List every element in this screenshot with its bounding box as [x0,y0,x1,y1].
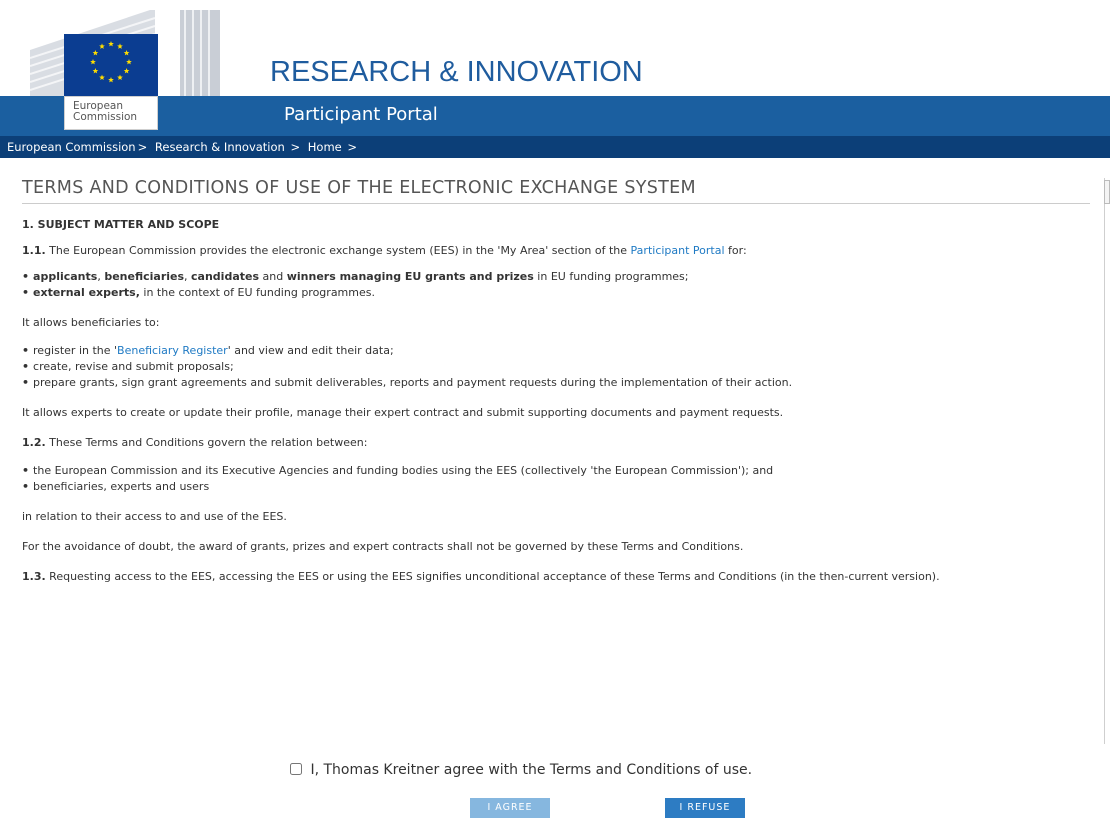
star-icon [117,74,123,81]
logo-line-2: Commission [73,111,138,123]
audience-list: • applicants, beneficiaries, candidates a… [22,269,1090,301]
agreement-row[interactable]: I, Thomas Kreitner agree with the Terms … [290,762,752,778]
clause-text: Requesting access to the EES, accessing … [49,570,940,583]
star-icon [117,43,123,49]
terms-content: TERMS AND CONDITIONS OF USE OF THE ELECT… [22,172,1090,585]
content-scrollbar-track[interactable] [1104,178,1110,744]
list-item: • external experts, in the context of EU … [22,285,1090,301]
breadcrumb-item-commission[interactable]: European Commission [7,140,136,154]
breadcrumb-item-home[interactable]: Home [308,140,342,154]
clause-text-tail: for: [728,244,747,257]
text: register in the ' [33,344,118,357]
agree-label: I, Thomas Kreitner agree with the Terms … [310,762,753,778]
bold-term: beneficiaries [104,270,185,283]
breadcrumb-separator: > [286,140,301,154]
clause-number: 1.1. [22,244,46,257]
parties-list: • the European Commission and its Executi… [22,463,1090,495]
clause-text: These Terms and Conditions govern the re… [49,436,368,449]
star-icon [108,77,114,83]
beneficiary-register-link[interactable]: Beneficiary Register [117,344,228,357]
star-icon [108,41,114,47]
list-item: • applicants, beneficiaries, candidates a… [22,269,1090,285]
star-icon [90,59,96,65]
bold-term: winners managing EU grants and prizes [286,270,534,283]
text: the European Commission and its Executiv… [33,464,774,477]
eu-stars-icon [90,41,132,83]
list-item: • register in the 'Beneficiary Register' … [22,343,1090,359]
text: create, revise and submit proposals; [33,360,234,373]
experts-paragraph: It allows experts to create or update th… [22,406,784,419]
star-icon [92,68,99,74]
star-icon [92,50,99,56]
paragraph-1-2: 1.2. These Terms and Conditions govern t… [22,435,1090,451]
clause-number: 1.2. [22,436,46,449]
text: prepare grants, sign grant agreements an… [33,376,793,389]
bullet: • [22,360,30,373]
breadcrumb-separator: > [137,140,148,154]
clause-number: 1.3. [22,570,46,583]
eu-flag-logo[interactable] [64,34,158,96]
site-header: European Commission RESEARCH & INNOVATIO… [0,0,1110,160]
star-icon [99,74,105,81]
relation-paragraph: in relation to their access to and use o… [22,510,287,523]
content-scrollbar-thumb[interactable] [1104,180,1110,204]
paragraph-1-3: 1.3. Requesting access to the EES, acces… [22,569,1090,585]
portal-subtitle[interactable]: Participant Portal [284,104,438,125]
bullet: • [22,376,30,389]
bold-term: candidates [191,270,260,283]
bullet: • [22,270,30,283]
bold-term: applicants [33,270,98,283]
beneficiaries-intro: It allows beneficiaries to: [22,316,160,329]
text: in the context of EU funding programmes. [139,286,375,299]
list-item: • beneficiaries, experts and users [22,479,1090,495]
bullet: • [22,286,30,299]
breadcrumb-item-research[interactable]: Research & Innovation [155,140,285,154]
page-title: TERMS AND CONDITIONS OF USE OF THE ELECT… [22,172,1090,204]
participant-portal-link[interactable]: Participant Portal [631,244,725,257]
avoidance-paragraph: For the avoidance of doubt, the award of… [22,540,744,553]
list-item: • prepare grants, sign grant agreements a… [22,375,1090,391]
section-heading: 1. SUBJECT MATTER AND SCOPE [22,218,220,231]
list-item: • the European Commission and its Executi… [22,463,1090,479]
header-band [0,96,1110,136]
site-title: RESEARCH & INNOVATION [270,56,643,88]
breadcrumb: European Commission > Research & Innovati… [0,136,1110,158]
star-icon [123,68,130,74]
agree-checkbox[interactable] [290,763,302,775]
paragraph-1-1: 1.1. The European Commission provides th… [22,243,1090,259]
star-icon [123,50,130,56]
bold-term: external experts, [33,286,140,299]
text: beneficiaries, experts and users [33,480,210,493]
breadcrumb-separator: > [343,140,358,154]
commission-logo-text: European Commission [64,96,158,130]
text: and [259,270,287,283]
bullet: • [22,344,30,357]
agree-button[interactable]: I AGREE [470,798,550,818]
refuse-button[interactable]: I REFUSE [665,798,745,818]
bullet: • [22,464,30,477]
text: ' and view and edit their data; [227,344,394,357]
beneficiary-actions-list: • register in the 'Beneficiary Register' … [22,343,1090,391]
text: in EU funding programmes; [533,270,689,283]
bullet: • [22,480,30,493]
star-icon [126,59,132,65]
text: , [184,270,192,283]
list-item: • create, revise and submit proposals; [22,359,1090,375]
star-icon [99,43,105,49]
clause-text: The European Commission provides the ele… [49,244,628,257]
